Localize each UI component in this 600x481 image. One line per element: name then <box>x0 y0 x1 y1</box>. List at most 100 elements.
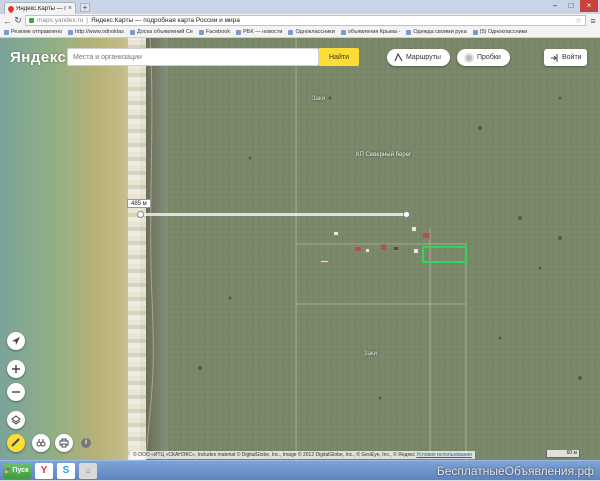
ruler-measure-line <box>140 213 406 216</box>
site-watermark: БесплатныеОбъявления.рф <box>436 464 594 478</box>
geolocation-button[interactable] <box>7 332 25 350</box>
highlighted-parcel <box>422 246 467 263</box>
address-toolbar: ← ↻ maps.yandex.ru | Яндекс.Карты — подр… <box>0 14 600 27</box>
building <box>354 246 362 252</box>
start-button[interactable]: Пуск <box>3 462 31 479</box>
favicon-icon <box>236 29 242 35</box>
browser-tab-bar: Яндекс.Карты — подо × + – □ × <box>0 0 600 14</box>
search-input[interactable] <box>67 48 319 66</box>
yandex-browser-icon[interactable]: Y <box>35 462 53 479</box>
building <box>333 231 339 236</box>
windows-flag-icon <box>5 468 11 473</box>
building <box>422 232 430 239</box>
favicon-icon <box>288 29 294 35</box>
layers-icon <box>11 415 21 425</box>
panorama-button[interactable] <box>32 434 50 452</box>
print-button[interactable] <box>55 434 73 452</box>
layers-button[interactable] <box>7 411 25 429</box>
routes-button[interactable]: Маршруты <box>387 49 450 66</box>
bookmark-item[interactable]: Одноклассники <box>288 29 335 35</box>
bookmark-label: Facebook <box>205 29 231 35</box>
printer-icon <box>59 438 69 448</box>
minus-icon <box>12 391 20 393</box>
reload-icon[interactable]: ↻ <box>14 15 22 26</box>
new-tab-button[interactable]: + <box>80 3 90 12</box>
browser-tab[interactable]: Яндекс.Карты — подо × <box>4 2 76 14</box>
bookmark-label: объявления Крыма - <box>347 29 401 35</box>
windows-taskbar: Пуск Y S ⌂ БесплатныеОбъявления.рф <box>0 460 600 480</box>
favicon-icon <box>340 29 346 35</box>
building <box>413 248 419 254</box>
address-bar[interactable]: maps.yandex.ru | Яндекс.Карты — подробна… <box>25 15 586 26</box>
bookmark-item[interactable]: http://www.odnoklas <box>68 29 124 35</box>
yandex-logo[interactable]: Яндекс <box>10 49 66 66</box>
zoom-out-button[interactable] <box>7 383 25 401</box>
address-host: maps.yandex.ru <box>37 17 84 24</box>
ruler-distance-label: 485 м <box>127 199 151 208</box>
skype-icon[interactable]: S <box>57 462 75 479</box>
bookmark-label: Доска объявлений Се <box>136 29 193 35</box>
lock-icon <box>29 18 34 23</box>
close-window-button[interactable]: × <box>580 0 598 12</box>
satellite-map[interactable]: 485 м КП Северный берег Заки Заки Яндекс… <box>0 38 600 460</box>
login-arrow-icon <box>551 53 558 62</box>
map-pin-icon <box>6 4 16 13</box>
login-label: Войти <box>562 54 582 61</box>
search-button[interactable]: Найти <box>319 48 359 66</box>
start-label: Пуск <box>12 467 29 474</box>
tab-close-icon[interactable]: × <box>68 5 72 12</box>
address-page-title: Яндекс.Карты — подробная карта России и … <box>90 17 240 24</box>
bookmark-item[interactable]: объявления Крыма - <box>340 29 401 35</box>
address-separator: | <box>86 17 88 24</box>
bookmark-item[interactable]: Резюме отправлено <box>4 29 62 35</box>
building <box>411 226 417 232</box>
bookmark-label: (5) Одноклассники <box>479 29 528 35</box>
routes-label: Маршруты <box>406 54 441 61</box>
favicon-icon <box>129 29 135 35</box>
traffic-label: Пробки <box>477 54 501 61</box>
minimize-button[interactable]: – <box>548 0 562 12</box>
binoculars-icon <box>36 439 46 447</box>
place-label: Заки <box>312 96 325 102</box>
bookmark-label: Резюме отправлено <box>11 29 63 35</box>
app-icon[interactable]: ⌂ <box>79 462 97 479</box>
bookmark-label: Одежда своими рука <box>413 29 467 35</box>
ruler-point-start[interactable] <box>137 211 144 218</box>
place-label: КП Северный берег <box>356 152 412 158</box>
traffic-light-icon <box>464 52 474 63</box>
building <box>320 260 329 263</box>
bookmark-item[interactable]: РБК — новости <box>236 29 282 35</box>
bookmark-item[interactable]: Доска объявлений Се <box>129 29 193 35</box>
maximize-button[interactable]: □ <box>564 0 578 12</box>
field-roads <box>145 38 582 460</box>
login-button[interactable]: Войти <box>544 49 587 66</box>
tab-title: Яндекс.Карты — подо <box>16 5 66 12</box>
building <box>365 248 370 253</box>
bookmark-label: РБК — новости <box>243 29 283 35</box>
bookmark-star-icon[interactable]: ☆ <box>575 16 582 25</box>
ruler-icon <box>11 438 20 447</box>
bookmark-item[interactable]: Одежда своими рука <box>406 29 467 35</box>
building <box>393 246 399 251</box>
bookmark-item[interactable]: (5) Одноклассники <box>472 29 528 35</box>
ruler-button[interactable] <box>7 434 25 452</box>
back-arrow-icon[interactable]: ← <box>3 16 12 26</box>
map-copyright: © ООО «ИТЦ «СКАНЭКС», Includes material … <box>130 451 475 459</box>
info-icon[interactable]: i <box>81 438 91 448</box>
browser-menu-icon[interactable]: ≡ <box>589 16 597 26</box>
bookmark-item[interactable]: Facebook <box>198 29 231 35</box>
window-controls: – □ × <box>548 0 598 12</box>
bookmark-label: http://www.odnoklas <box>75 29 124 35</box>
traffic-button[interactable]: Пробки <box>457 49 510 66</box>
favicon-icon <box>406 29 412 35</box>
place-label: Заки <box>364 351 377 357</box>
copyright-text: © ООО «ИТЦ «СКАНЭКС», Includes material … <box>133 452 415 458</box>
zoom-in-button[interactable] <box>7 360 25 378</box>
favicon-icon <box>68 29 74 35</box>
building <box>380 244 387 251</box>
favicon-icon <box>472 29 478 35</box>
ruler-point-end[interactable] <box>403 211 410 218</box>
scale-bar: 60 м <box>546 450 580 458</box>
terms-link[interactable]: Условия использования <box>416 452 472 458</box>
route-icon <box>394 53 403 62</box>
